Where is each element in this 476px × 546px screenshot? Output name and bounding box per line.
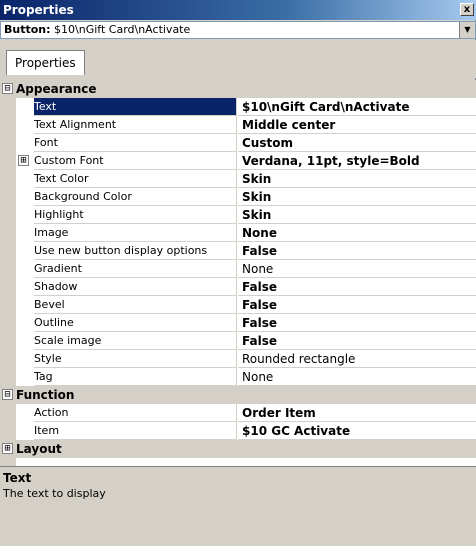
property-value[interactable]: None xyxy=(238,224,476,242)
property-row[interactable]: ⊞ Custom Font Verdana, 11pt, style=Bold xyxy=(0,152,476,170)
property-value[interactable]: False xyxy=(238,332,476,350)
property-name[interactable]: Gradient xyxy=(34,260,237,278)
property-name[interactable]: Font xyxy=(34,134,237,152)
tab-strip: Properties xyxy=(0,40,476,78)
property-name[interactable]: Scale image xyxy=(34,332,237,350)
property-name[interactable]: Style xyxy=(34,350,237,368)
property-value[interactable]: Skin xyxy=(238,170,476,188)
chevron-down-icon[interactable]: ▼ xyxy=(459,22,475,38)
property-value[interactable]: $10 GC Activate xyxy=(238,422,476,440)
property-name[interactable]: Text xyxy=(34,98,237,116)
property-row[interactable]: Text Alignment Middle center xyxy=(0,116,476,134)
property-row[interactable]: Shadow False xyxy=(0,278,476,296)
property-value[interactable]: False xyxy=(238,242,476,260)
property-row[interactable]: Text Color Skin xyxy=(0,170,476,188)
property-row[interactable]: Style Rounded rectangle xyxy=(0,350,476,368)
category-layout[interactable]: ⊞ Layout xyxy=(0,440,476,458)
description-panel: Text The text to display xyxy=(0,466,476,546)
property-row[interactable]: Use new button display options False xyxy=(0,242,476,260)
description-title: Text xyxy=(3,471,32,485)
property-value[interactable]: Skin xyxy=(238,206,476,224)
category-label: Function xyxy=(16,388,75,402)
property-name[interactable]: Bevel xyxy=(34,296,237,314)
property-name[interactable]: Item xyxy=(34,422,237,440)
properties-window: Properties x Button: $10\nGift Card\nAct… xyxy=(0,0,476,546)
property-value[interactable]: None xyxy=(238,260,476,278)
property-name[interactable]: Text Color xyxy=(34,170,237,188)
property-name[interactable]: Action xyxy=(34,404,237,422)
tab-properties[interactable]: Properties xyxy=(6,50,85,75)
property-row[interactable]: Scale image False xyxy=(0,332,476,350)
property-name[interactable]: Custom Font xyxy=(34,152,237,170)
expand-icon[interactable]: ⊞ xyxy=(18,155,29,166)
property-name[interactable]: Background Color xyxy=(34,188,237,206)
category-function[interactable]: ⊟ Function xyxy=(0,386,476,404)
window-title: Properties xyxy=(3,3,74,17)
property-name[interactable]: Text Alignment xyxy=(34,116,237,134)
close-icon[interactable]: x xyxy=(460,3,474,16)
property-value[interactable]: Skin xyxy=(238,188,476,206)
expand-icon[interactable]: ⊞ xyxy=(2,443,13,454)
property-value[interactable]: None xyxy=(238,368,476,386)
property-value[interactable]: False xyxy=(238,296,476,314)
property-value[interactable]: Order Item xyxy=(238,404,476,422)
property-row[interactable]: Background Color Skin xyxy=(0,188,476,206)
property-name[interactable]: Shadow xyxy=(34,278,237,296)
property-row[interactable]: Image None xyxy=(0,224,476,242)
property-name[interactable]: Use new button display options xyxy=(34,242,237,260)
property-name[interactable]: Tag xyxy=(34,368,237,386)
category-appearance[interactable]: ⊟ Appearance xyxy=(0,80,476,98)
property-row[interactable]: Item $10 GC Activate xyxy=(0,422,476,440)
collapse-icon[interactable]: ⊟ xyxy=(2,389,13,400)
property-row[interactable]: Outline False xyxy=(0,314,476,332)
property-row[interactable]: Text $10\nGift Card\nActivate xyxy=(0,98,476,116)
property-row[interactable]: Bevel False xyxy=(0,296,476,314)
property-row[interactable]: Gradient None xyxy=(0,260,476,278)
title-bar: Properties x xyxy=(0,0,476,20)
description-text: The text to display xyxy=(3,487,106,500)
object-kind-label: Button: xyxy=(4,23,51,36)
object-name: $10\nGift Card\nActivate xyxy=(54,23,191,36)
property-value[interactable]: $10\nGift Card\nActivate xyxy=(238,98,476,116)
property-value[interactable]: Custom xyxy=(238,134,476,152)
property-row[interactable]: Action Order Item xyxy=(0,404,476,422)
property-name[interactable]: Image xyxy=(34,224,237,242)
property-row[interactable]: Tag None xyxy=(0,368,476,386)
property-value[interactable]: Middle center xyxy=(238,116,476,134)
property-value[interactable]: False xyxy=(238,314,476,332)
object-selector[interactable]: Button: $10\nGift Card\nActivate ▼ xyxy=(0,21,476,39)
collapse-icon[interactable]: ⊟ xyxy=(2,83,13,94)
category-label: Appearance xyxy=(16,82,97,96)
property-row[interactable]: Highlight Skin xyxy=(0,206,476,224)
property-value[interactable]: False xyxy=(238,278,476,296)
property-value[interactable]: Rounded rectangle xyxy=(238,350,476,368)
property-value[interactable]: Verdana, 11pt, style=Bold xyxy=(238,152,476,170)
category-label: Layout xyxy=(16,442,62,456)
property-row[interactable]: Font Custom xyxy=(0,134,476,152)
property-name[interactable]: Outline xyxy=(34,314,237,332)
property-name[interactable]: Highlight xyxy=(34,206,237,224)
